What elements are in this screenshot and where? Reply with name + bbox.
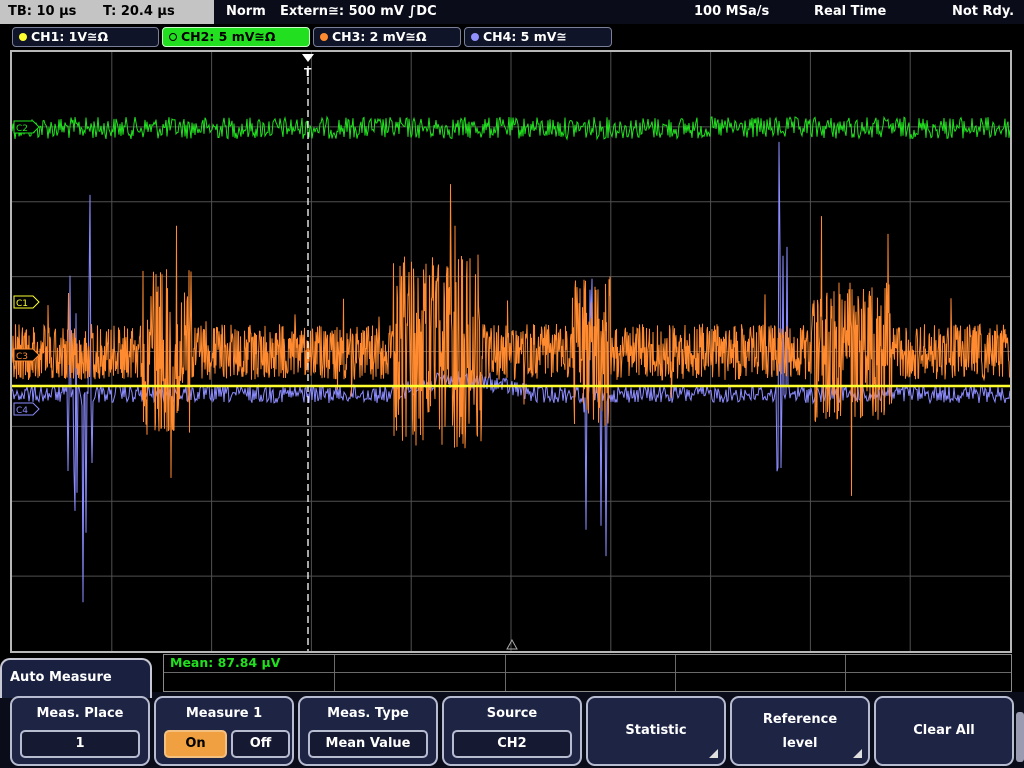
source-softkey[interactable]: Source CH2 [442, 696, 582, 766]
submenu-arrow-icon [709, 749, 718, 758]
meas-place-softkey[interactable]: Meas. Place 1 [10, 696, 150, 766]
measure-1-softkey[interactable]: Measure 1 On Off [154, 696, 294, 766]
measure-1-off-button[interactable]: Off [231, 730, 290, 758]
reference-level-label-line2: level [782, 736, 818, 751]
clear-all-softkey[interactable]: Clear All [874, 696, 1014, 766]
channel-tab-ch2-label: CH2: 5 mV≅Ω [181, 29, 276, 44]
ch1-color-dot [19, 33, 27, 41]
meas-place-value[interactable]: 1 [20, 730, 140, 758]
ch1-offset-marker: C1 [13, 295, 40, 309]
ch3-offset-marker-label: C3 [16, 352, 28, 362]
trigger-mode-label[interactable]: Norm [226, 0, 266, 24]
statistic-label: Statistic [625, 723, 687, 738]
meas-type-value[interactable]: Mean Value [308, 730, 428, 758]
ch4-offset-marker-label: C4 [16, 406, 28, 416]
channel-tab-ch1-label: CH1: 1V≅Ω [31, 29, 109, 44]
meas-type-softkey[interactable]: Meas. Type Mean Value [298, 696, 438, 766]
channel-tab-row: CH1: 1V≅Ω CH2: 5 mV≅Ω CH3: 2 mV≅Ω CH4: 5… [0, 25, 1024, 49]
acquisition-mode-label[interactable]: Real Time [814, 0, 886, 24]
ch2-offset-marker-label: C2 [16, 124, 28, 134]
channel-tab-ch4-label: CH4: 5 mV≅ [483, 29, 567, 44]
ch4-offset-marker: C4 [13, 402, 40, 416]
measure-1-label: Measure 1 [185, 706, 263, 721]
sample-rate-label: 100 MSa/s [694, 4, 770, 19]
menu-title: Auto Measure [0, 658, 152, 698]
trigger-time-label: T: 20.4 µs [102, 4, 175, 19]
measure-1-on-button[interactable]: On [164, 730, 227, 758]
timebase-box[interactable]: TB: 10 µs T: 20.4 µs [0, 0, 214, 24]
trigger-marker-icon [302, 54, 314, 62]
channel-tab-ch3-label: CH3: 2 mV≅Ω [332, 29, 427, 44]
measurement-result-bar: Mean: 87.84 µV [163, 654, 1012, 692]
menu-page-indicator[interactable] [1016, 712, 1024, 762]
timebase-label: TB: 10 µs [8, 4, 77, 19]
trigger-source-label[interactable]: Extern≅: 500 mV ∫DC [280, 0, 437, 24]
trigger-marker-label: T [304, 66, 312, 79]
measurement-cell-divider [505, 655, 506, 691]
submenu-arrow-icon [853, 749, 862, 758]
ch2-color-dot [169, 33, 177, 41]
measurement-1-result: Mean: 87.84 µV [170, 655, 281, 670]
channel-tab-ch3[interactable]: CH3: 2 mV≅Ω [313, 27, 461, 47]
meas-place-label: Meas. Place [36, 706, 124, 721]
ch3-color-dot [320, 33, 328, 41]
meas-type-label: Meas. Type [327, 706, 409, 721]
statistic-softkey[interactable]: Statistic [586, 696, 726, 766]
measurement-bar-divider [164, 672, 1011, 673]
ch1-offset-marker-label: C1 [16, 299, 28, 309]
ch4-color-dot [471, 33, 479, 41]
acquisition-status-label: Not Rdy. [952, 4, 1015, 19]
waveform-display[interactable]: T C2 C1 C3 C4 [10, 50, 1012, 653]
status-bar: TB: 10 µs T: 20.4 µs Norm Extern≅: 500 m… [0, 0, 1024, 24]
measurement-cell-divider [845, 655, 846, 691]
channel-tab-ch4[interactable]: CH4: 5 mV≅ [464, 27, 612, 47]
channel-tab-ch1[interactable]: CH1: 1V≅Ω [12, 27, 159, 47]
horizontal-center-marker-icon [506, 638, 518, 650]
source-label: Source [486, 706, 538, 721]
source-value[interactable]: CH2 [452, 730, 572, 758]
channel-tab-ch2[interactable]: CH2: 5 mV≅Ω [162, 27, 310, 47]
measurement-cell-divider [334, 655, 335, 691]
reference-level-softkey[interactable]: Reference level [730, 696, 870, 766]
ch2-offset-marker: C2 [13, 120, 40, 134]
measurement-cell-divider [675, 655, 676, 691]
reference-level-label-line1: Reference [762, 712, 838, 727]
clear-all-label: Clear All [913, 723, 975, 738]
waveform-canvas: T C2 C1 C3 C4 [12, 52, 1010, 651]
